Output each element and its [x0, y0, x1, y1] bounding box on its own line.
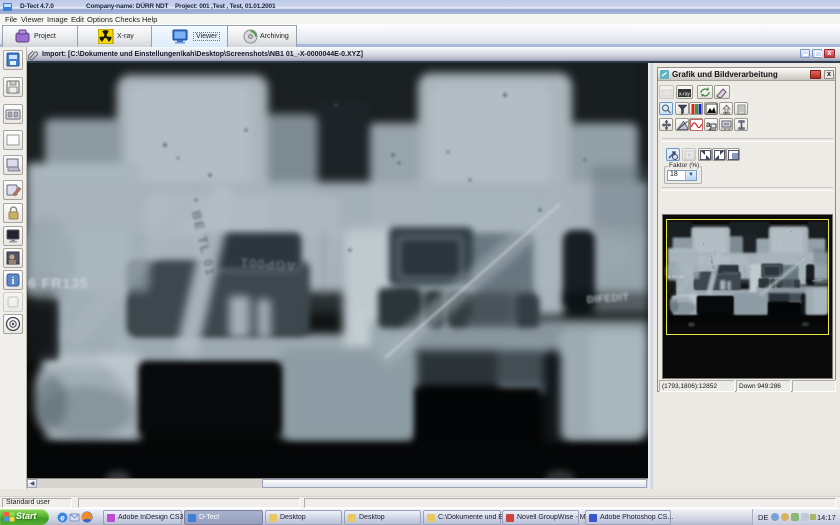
svg-text:CROP: CROP	[721, 128, 732, 132]
svg-text:a: a	[706, 120, 711, 129]
svg-text:x-ray: x-ray	[679, 92, 691, 98]
svg-text:MBI: MBI	[723, 111, 730, 116]
svg-text:i: i	[12, 276, 15, 287]
svg-text:6 FR135: 6 FR135	[668, 275, 684, 279]
svg-text:e: e	[60, 514, 65, 523]
svg-text:6 FR135: 6 FR135	[28, 275, 89, 291]
